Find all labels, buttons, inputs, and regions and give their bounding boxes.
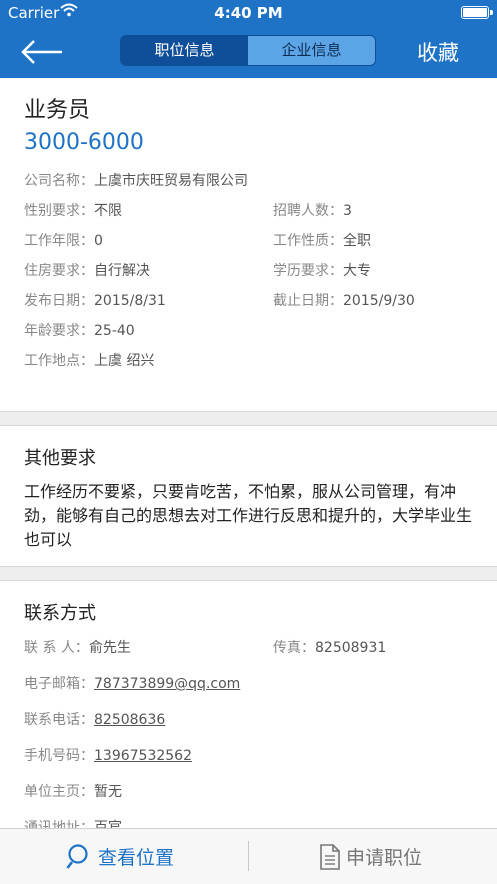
address-field: 通讯地址：百官 bbox=[24, 817, 122, 828]
section-divider bbox=[0, 566, 497, 567]
age-field: 年龄要求：25-40 bbox=[24, 320, 135, 340]
housing-field: 住房要求：自行解决 bbox=[24, 260, 150, 280]
location-field: 工作地点：上虞 绍兴 bbox=[24, 350, 154, 370]
other-requirements-text: 工作经历不要紧，只要肯吃苦，不怕累，服从公司管理，有冲劲，能够有自己的思想去对工… bbox=[24, 482, 473, 549]
experience-value: 0 bbox=[94, 233, 103, 249]
apply-job-label: 申请职位 bbox=[346, 847, 423, 869]
apply-job-button[interactable]: 申请职位 bbox=[318, 829, 422, 884]
contact-card: 联系方式 联 系 人：俞先生 传真：82508931 电子邮箱：78737389… bbox=[0, 581, 497, 828]
address-value: 百官 bbox=[94, 820, 122, 828]
phone-label: 联系电话： bbox=[24, 712, 94, 728]
email-field: 电子邮箱：787373899@qq.com bbox=[24, 673, 240, 693]
headcount-value: 3 bbox=[343, 203, 352, 219]
nature-label: 工作性质： bbox=[273, 233, 343, 249]
experience-label: 工作年限： bbox=[24, 233, 94, 249]
phone-field: 联系电话：82508636 bbox=[24, 709, 165, 729]
gender-value: 不限 bbox=[94, 203, 122, 219]
other-requirements-title: 其他要求 bbox=[24, 448, 96, 469]
housing-value: 自行解决 bbox=[94, 263, 150, 279]
gender-field: 性别要求：不限 bbox=[24, 200, 122, 220]
education-label: 学历要求： bbox=[273, 263, 343, 279]
headcount-label: 招聘人数： bbox=[273, 203, 343, 219]
nature-value: 全职 bbox=[343, 233, 371, 249]
publish-date-field: 发布日期：2015/8/31 bbox=[24, 290, 166, 310]
address-label: 通讯地址： bbox=[24, 820, 94, 828]
mobile-link[interactable]: 13967532562 bbox=[94, 748, 192, 764]
back-button[interactable] bbox=[20, 38, 66, 66]
location-value: 上虞 绍兴 bbox=[94, 353, 155, 369]
view-location-button[interactable]: 查看位置 bbox=[66, 829, 174, 884]
gender-label: 性别要求： bbox=[24, 203, 94, 219]
deadline-value: 2015/9/30 bbox=[343, 293, 415, 309]
company-value: 上虞市庆旺贸易有限公司 bbox=[94, 173, 248, 189]
age-value: 25-40 bbox=[94, 323, 135, 339]
headcount-field: 招聘人数：3 bbox=[273, 200, 352, 220]
job-details-card: 业务员 3000-6000 公司名称：上虞市庆旺贸易有限公司 性别要求：不限 招… bbox=[0, 78, 497, 411]
contact-person-label: 联 系 人： bbox=[24, 640, 89, 656]
search-icon bbox=[66, 843, 88, 869]
company-label: 公司名称： bbox=[24, 173, 94, 189]
publish-date-label: 发布日期： bbox=[24, 293, 94, 309]
header: Carrier 4:40 PM 职位信息 企业信息 收藏 bbox=[0, 0, 497, 78]
education-field: 学历要求：大专 bbox=[273, 260, 371, 280]
email-link[interactable]: 787373899@qq.com bbox=[94, 676, 240, 692]
bottom-toolbar: 查看位置 申请职位 bbox=[0, 828, 497, 884]
segmented-control: 职位信息 企业信息 bbox=[120, 35, 376, 66]
education-value: 大专 bbox=[343, 263, 371, 279]
favorite-button[interactable]: 收藏 bbox=[417, 37, 459, 67]
status-bar: Carrier 4:40 PM bbox=[0, 0, 497, 26]
back-arrow-icon bbox=[21, 40, 62, 64]
experience-field: 工作年限：0 bbox=[24, 230, 103, 250]
nature-field: 工作性质：全职 bbox=[273, 230, 371, 250]
homepage-label: 单位主页： bbox=[24, 784, 94, 800]
contact-title: 联系方式 bbox=[24, 603, 96, 624]
homepage-field: 单位主页：暂无 bbox=[24, 781, 122, 801]
publish-date-value: 2015/8/31 bbox=[94, 293, 166, 309]
housing-label: 住房要求： bbox=[24, 263, 94, 279]
deadline-label: 截止日期： bbox=[273, 293, 343, 309]
clock: 4:40 PM bbox=[214, 4, 283, 22]
view-location-label: 查看位置 bbox=[98, 847, 175, 869]
fax-value: 82508931 bbox=[315, 640, 387, 656]
other-requirements-card: 其他要求 工作经历不要紧，只要肯吃苦，不怕累，服从公司管理，有冲劲，能够有自己的… bbox=[0, 426, 497, 566]
location-label: 工作地点： bbox=[24, 353, 94, 369]
contact-person-field: 联 系 人：俞先生 bbox=[24, 637, 131, 657]
fax-field: 传真：82508931 bbox=[273, 637, 386, 657]
nav-bar: 职位信息 企业信息 收藏 bbox=[0, 26, 497, 78]
mobile-field: 手机号码：13967532562 bbox=[24, 745, 192, 765]
tab-company-info[interactable]: 企业信息 bbox=[248, 36, 375, 65]
toolbar-divider bbox=[248, 841, 249, 871]
deadline-field: 截止日期：2015/9/30 bbox=[273, 290, 415, 310]
homepage-value: 暂无 bbox=[94, 784, 122, 800]
salary: 3000-6000 bbox=[24, 130, 144, 155]
mobile-label: 手机号码： bbox=[24, 748, 94, 764]
contact-person-value: 俞先生 bbox=[88, 640, 131, 656]
email-label: 电子邮箱： bbox=[24, 676, 94, 692]
section-divider bbox=[0, 411, 497, 412]
age-label: 年龄要求： bbox=[24, 323, 94, 339]
fax-label: 传真： bbox=[273, 640, 315, 656]
company-field: 公司名称：上虞市庆旺贸易有限公司 bbox=[24, 170, 248, 190]
battery-icon bbox=[461, 6, 493, 19]
document-icon bbox=[320, 843, 340, 870]
job-title: 业务员 bbox=[24, 98, 91, 123]
phone-link[interactable]: 82508636 bbox=[94, 712, 165, 728]
tab-job-info[interactable]: 职位信息 bbox=[121, 36, 248, 65]
